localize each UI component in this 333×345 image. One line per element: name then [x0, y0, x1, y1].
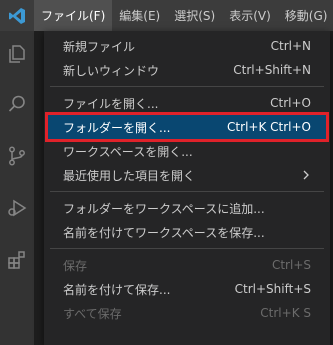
menu-item-label: すべて保存 [63, 306, 122, 321]
menu-item-label: ワークスペースを開く... [63, 144, 193, 159]
menu-item-label: フォルダーをワークスペースに追加... [63, 201, 265, 216]
menu-item-label: 新しいウィンドウ [63, 63, 160, 78]
activity-bar [0, 31, 34, 345]
menu-item-label: 新規ファイル [63, 39, 136, 54]
menu-item-save-all: すべて保存 Ctrl+K S [48, 301, 326, 325]
menu-go[interactable]: 移動(G) [278, 0, 333, 31]
menu-item-shortcut: Ctrl+S [271, 258, 311, 272]
menu-edit[interactable]: 編集(E) [112, 0, 167, 31]
menu-separator [50, 86, 324, 87]
menu-item-shortcut: Ctrl+N [270, 39, 311, 53]
menubar: ファイル(F) 編集(E) 選択(S) 表示(V) 移動(G) [0, 0, 333, 31]
explorer-icon[interactable] [0, 39, 34, 69]
menu-separator [50, 248, 324, 249]
source-control-icon[interactable] [0, 141, 34, 171]
menu-item-shortcut: Ctrl+Shift+N [233, 63, 311, 77]
menu-item-shortcut: Ctrl+Shift+S [234, 282, 311, 296]
menu-item-label: 名前を付けて保存... [63, 282, 171, 297]
menu-item-save-as[interactable]: 名前を付けて保存... Ctrl+Shift+S [48, 277, 326, 301]
menu-item-open-folder[interactable]: フォルダーを開く... Ctrl+K Ctrl+O [45, 112, 329, 142]
menu-item-open-recent[interactable]: 最近使用した項目を開く [48, 163, 326, 187]
menu-item-new-window[interactable]: 新しいウィンドウ Ctrl+Shift+N [48, 58, 326, 82]
menu-item-label: 保存 [63, 258, 88, 273]
menu-item-shortcut: Ctrl+K Ctrl+O [227, 120, 311, 134]
menu-item-add-folder-to-workspace[interactable]: フォルダーをワークスペースに追加... [48, 196, 326, 220]
menu-item-label: ファイルを開く... [63, 96, 159, 111]
search-icon[interactable] [0, 89, 34, 119]
run-debug-icon[interactable] [0, 193, 34, 223]
menu-item-label: 名前を付けてワークスペースを保存... [63, 225, 265, 240]
extensions-icon[interactable] [0, 245, 34, 275]
menu-view[interactable]: 表示(V) [222, 0, 278, 31]
menu-item-label: 最近使用した項目を開く [63, 168, 196, 183]
menu-item-open-workspace[interactable]: ワークスペースを開く... [48, 139, 326, 163]
menu-item-open-file[interactable]: ファイルを開く... Ctrl+O [48, 91, 326, 115]
vscode-window: ファイル(F) 編集(E) 選択(S) 表示(V) 移動(G) 新規ファイル C… [0, 0, 333, 345]
menu-item-save-workspace-as[interactable]: 名前を付けてワークスペースを保存... [48, 220, 326, 244]
menu-item-save: 保存 Ctrl+S [48, 253, 326, 277]
menu-separator [50, 191, 324, 192]
menu-item-shortcut: Ctrl+O [270, 96, 311, 110]
vscode-logo-icon [0, 0, 34, 31]
menu-selection[interactable]: 選択(S) [167, 0, 222, 31]
menu-item-new-file[interactable]: 新規ファイル Ctrl+N [48, 34, 326, 58]
file-menu-dropdown: 新規ファイル Ctrl+N 新しいウィンドウ Ctrl+Shift+N ファイル… [44, 31, 330, 345]
menu-item-label: フォルダーを開く... [63, 120, 171, 135]
chevron-right-icon [301, 170, 311, 180]
menu-item-shortcut: Ctrl+K S [260, 306, 311, 320]
menu-file[interactable]: ファイル(F) [34, 0, 113, 31]
